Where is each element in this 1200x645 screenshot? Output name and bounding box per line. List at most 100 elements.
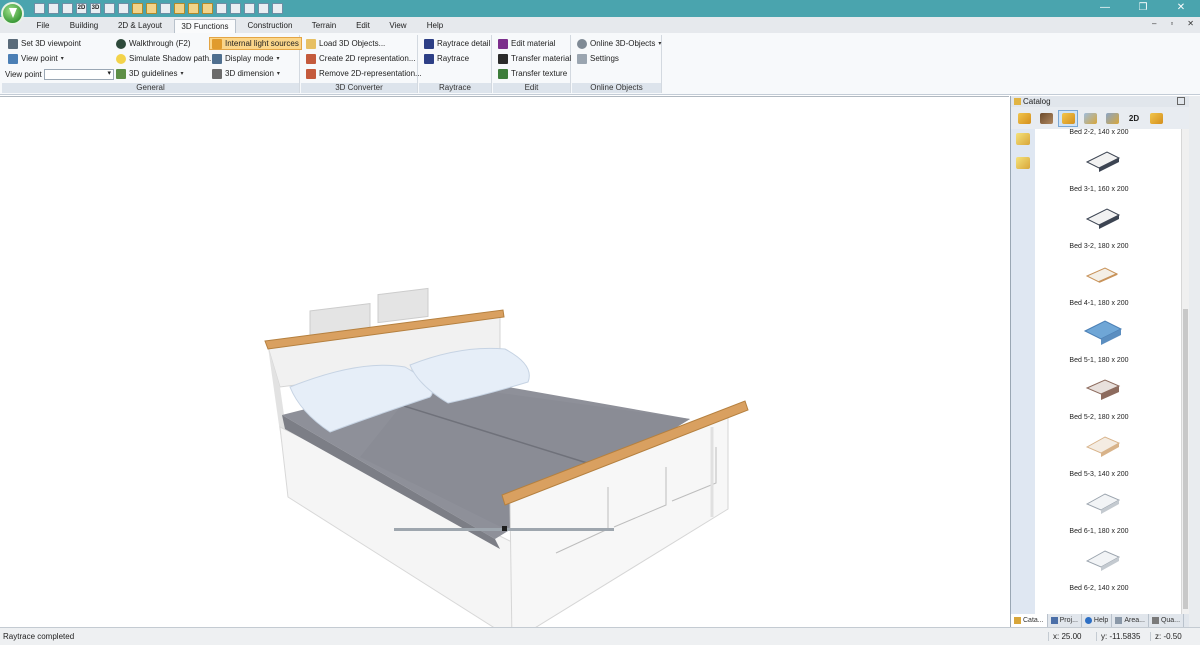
group-edit: Edit material Transfer material Transfer… — [493, 35, 571, 93]
wall-icon[interactable] — [104, 3, 115, 14]
measure-icon[interactable] — [188, 3, 199, 14]
raytrace-detail-button[interactable]: Raytrace detail — [422, 37, 492, 50]
catalog-toolbar: 2D — [1011, 107, 1189, 129]
catalog-scroll-thumb[interactable] — [1183, 309, 1188, 609]
catalog-favorites-icon[interactable] — [1146, 110, 1166, 127]
online-3d-objects-button[interactable]: Online 3D-Objects ▾ — [575, 37, 663, 50]
view-2d-button[interactable]: 2D — [76, 3, 87, 14]
list-item[interactable]: Bed 5-2, 180 x 200 — [1035, 370, 1181, 427]
list-item[interactable]: Bed 6-2, 140 x 200 — [1035, 541, 1181, 598]
bed-thumbnail — [1085, 550, 1121, 571]
library-icon[interactable] — [244, 3, 255, 14]
catalog-folder-icon[interactable] — [1016, 133, 1030, 145]
catalog-doors-icon[interactable] — [1036, 110, 1056, 127]
bed-thumbnail — [1085, 208, 1121, 229]
transfer-material-button[interactable]: Transfer material — [496, 52, 573, 65]
list-item[interactable]: Bed 4-1, 180 x 200 — [1035, 256, 1181, 313]
doc-close-button[interactable]: ✕ — [1187, 19, 1194, 28]
raytrace-button[interactable]: Raytrace — [422, 52, 471, 65]
pin-icon[interactable] — [1177, 97, 1185, 105]
3d-dimension-button[interactable]: 3D dimension ▾ — [210, 67, 282, 80]
catalog-list[interactable]: Bed 2-2, 140 x 200 Bed 3-1, 160 x 200 Be… — [1035, 129, 1181, 614]
walkthrough-button[interactable]: Walkthrough (F2) — [114, 37, 193, 50]
eraser-icon[interactable] — [258, 3, 269, 14]
catalog-2d-symbols-button[interactable]: 2D — [1124, 110, 1144, 127]
bed-thumbnail — [1085, 267, 1119, 283]
list-item[interactable]: Bed 6-1, 180 x 200 — [1035, 484, 1181, 541]
undo-icon[interactable] — [48, 3, 59, 14]
display-mode-button[interactable]: Display mode ▾ — [210, 52, 281, 65]
doc-minimize-button[interactable]: – — [1152, 19, 1156, 28]
chevron-down-icon: ▾ — [60, 56, 64, 62]
remove-2d-representation-button[interactable]: Remove 2D-representation... — [304, 67, 424, 80]
list-item[interactable]: Bed 2-2, 140 x 200 — [1035, 129, 1181, 142]
load-3d-objects-button[interactable]: Load 3D Objects... — [304, 37, 387, 50]
list-item[interactable]: Bed 3-2, 180 x 200 — [1035, 199, 1181, 256]
sun-icon — [116, 53, 126, 64]
catalog-materials-icon[interactable] — [1102, 110, 1122, 127]
catalog-scrollbar[interactable] — [1181, 129, 1189, 614]
restore-button[interactable]: ❐ — [1124, 0, 1162, 17]
tab-edit[interactable]: Edit — [350, 19, 376, 33]
copy-icon[interactable] — [272, 3, 283, 14]
ribbon-panel: Set 3D viewpoint View point ▾ View point… — [0, 33, 1200, 95]
set-3d-viewpoint-button[interactable]: Set 3D viewpoint — [6, 37, 83, 50]
raytrace-detail-icon — [424, 38, 434, 49]
list-item[interactable]: Bed 5-1, 180 x 200 — [1035, 313, 1181, 370]
tab-catalog[interactable]: Cata... — [1011, 614, 1048, 627]
raytrace-icon[interactable] — [132, 3, 143, 14]
catalog-furniture-icon[interactable] — [1058, 109, 1078, 127]
title-bar: 2D 3D — ❐ ✕ — [0, 0, 1200, 17]
view-point-select[interactable] — [44, 69, 114, 80]
snap-icon[interactable] — [174, 3, 185, 14]
transfer-texture-button[interactable]: Transfer texture — [496, 67, 569, 80]
3d-guidelines-button[interactable]: 3D guidelines ▾ — [114, 67, 186, 80]
create-2d-representation-button[interactable]: Create 2D representation... — [304, 52, 418, 65]
new-file-icon[interactable] — [34, 3, 45, 14]
close-button[interactable]: ✕ — [1162, 0, 1200, 17]
grid-icon[interactable] — [160, 3, 171, 14]
list-item[interactable]: Bed 3-1, 160 x 200 — [1035, 142, 1181, 199]
view-point-button[interactable]: View point ▾ — [6, 52, 66, 65]
stairs-icon[interactable] — [216, 3, 227, 14]
pointer-icon[interactable] — [202, 3, 213, 14]
tab-building[interactable]: Building — [64, 19, 104, 33]
online-settings-button[interactable]: Settings — [575, 52, 621, 65]
tab-2d-layout[interactable]: 2D & Layout — [112, 19, 168, 33]
group-general: Set 3D viewpoint View point ▾ View point… — [2, 35, 302, 93]
doc-restore-button[interactable]: ▫ — [1170, 19, 1173, 28]
tab-area[interactable]: Area... — [1112, 614, 1149, 627]
raytrace-icon — [424, 53, 434, 64]
tab-help[interactable]: Help — [420, 19, 450, 33]
catalog-item-label: Bed 6-1, 180 x 200 — [1069, 528, 1129, 535]
view-3d-button[interactable]: 3D — [90, 3, 101, 14]
edit-material-button[interactable]: Edit material — [496, 37, 557, 50]
3d-viewport[interactable] — [0, 96, 1009, 643]
render-icon[interactable] — [146, 3, 157, 14]
tab-help-panel[interactable]: Help — [1082, 614, 1113, 627]
tab-construction[interactable]: Construction — [242, 19, 298, 33]
catalog-tab-icon — [1014, 617, 1021, 624]
catalog-objects-icon[interactable] — [1014, 110, 1034, 127]
tab-quantities[interactable]: Qua... — [1149, 614, 1185, 627]
simulate-shadow-button[interactable]: Simulate Shadow path... — [114, 52, 218, 65]
tab-file[interactable]: File — [30, 19, 56, 33]
paint-icon[interactable] — [230, 3, 241, 14]
chevron-down-icon: ▾ — [276, 71, 280, 77]
viewport-scroll-handle[interactable] — [502, 526, 507, 531]
chevron-down-icon: ▾ — [658, 41, 662, 47]
tab-3d-functions[interactable]: 3D Functions — [174, 19, 236, 33]
coordinate-x: x: 25.00 — [1048, 632, 1081, 641]
redo-icon[interactable] — [62, 3, 73, 14]
internal-light-sources-button[interactable]: Internal light sources — [209, 37, 302, 50]
application-menu-button[interactable] — [1, 2, 24, 25]
catalog-textures-icon[interactable] — [1080, 110, 1100, 127]
tab-view[interactable]: View — [384, 19, 412, 33]
split-view-icon[interactable] — [118, 3, 129, 14]
catalog-check-icon[interactable] — [1016, 157, 1030, 169]
list-item[interactable]: Bed 5-3, 140 x 200 — [1035, 427, 1181, 484]
minimize-button[interactable]: — — [1086, 0, 1124, 17]
tab-terrain[interactable]: Terrain — [306, 19, 342, 33]
tab-project[interactable]: Proj... — [1048, 614, 1082, 627]
catalog-item-label: Bed 2-2, 140 x 200 — [1069, 129, 1129, 136]
